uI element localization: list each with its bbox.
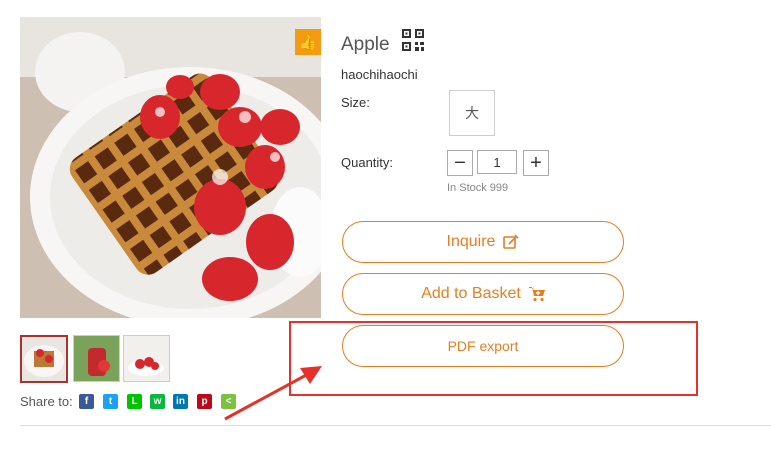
add-to-basket-label: Add to Basket	[421, 285, 521, 302]
add-to-basket-button[interactable]: Add to Basket	[342, 273, 624, 315]
wechat-icon[interactable]: w	[150, 394, 165, 409]
thumbnail-1[interactable]	[20, 335, 68, 383]
seller-name: haochihaochi	[341, 67, 418, 82]
quantity-decrease-button[interactable]: −	[447, 150, 473, 176]
line-icon[interactable]: L	[127, 394, 142, 409]
product-title: Apple	[341, 34, 390, 55]
inquire-label: Inquire	[446, 233, 496, 250]
qr-code-icon[interactable]	[402, 29, 424, 51]
facebook-icon[interactable]: f	[79, 394, 94, 409]
edit-icon	[503, 234, 520, 250]
thumbnail-3[interactable]	[123, 335, 170, 382]
size-option[interactable]: 大	[449, 90, 495, 136]
inquire-button[interactable]: Inquire	[342, 221, 624, 263]
cart-icon	[528, 286, 545, 302]
quantity-label: Quantity:	[341, 155, 394, 170]
like-badge-icon[interactable]: 👍	[295, 29, 321, 55]
divider	[20, 425, 771, 426]
share-label: Share to:	[20, 394, 73, 409]
pinterest-icon[interactable]: p	[197, 394, 212, 409]
quantity-increase-button[interactable]: +	[523, 150, 549, 176]
highlight-box	[289, 321, 698, 396]
twitter-icon[interactable]: t	[103, 394, 118, 409]
product-main-image: 👍	[20, 17, 321, 318]
linkedin-icon[interactable]: in	[173, 394, 188, 409]
quantity-input[interactable]	[477, 150, 517, 174]
thumbnail-2[interactable]	[73, 335, 120, 382]
size-label: Size:	[341, 95, 370, 110]
share-icon[interactable]: <	[221, 394, 236, 409]
stock-status: In Stock 999	[447, 182, 509, 194]
